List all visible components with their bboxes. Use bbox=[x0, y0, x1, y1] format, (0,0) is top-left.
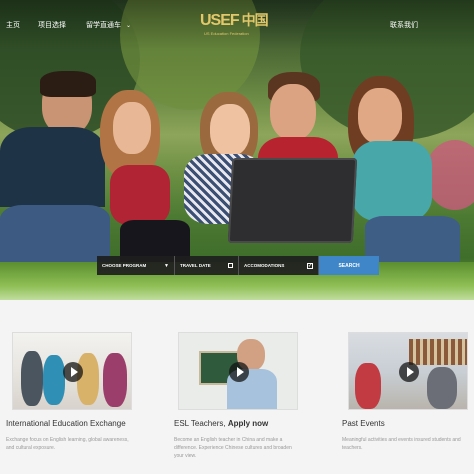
accommodations-label: ACCOMODATIONS bbox=[244, 263, 285, 268]
choose-program-label: CHOOSE PROGRAM bbox=[102, 263, 147, 268]
student-figure bbox=[0, 71, 110, 285]
card-title[interactable]: ESL Teachers, Apply now bbox=[174, 419, 314, 428]
card-title-text: ESL Teachers, bbox=[174, 419, 228, 428]
nav-projects[interactable]: 项目选择 bbox=[38, 20, 66, 30]
chevron-down-icon: ⌄ bbox=[125, 23, 131, 29]
nav-study-abroad-label: 留学直通车 bbox=[86, 22, 121, 29]
logo[interactable]: USEF 中国 US Education Federation bbox=[200, 10, 280, 38]
card-thumbnail[interactable] bbox=[12, 332, 132, 410]
card-description: Become an English teacher in China and m… bbox=[174, 437, 292, 459]
travel-date-label: TRAVEL DATE bbox=[180, 263, 211, 268]
card-description: Meaningful activities and events insured… bbox=[342, 437, 461, 451]
thumbnail-person bbox=[21, 351, 43, 406]
choose-program-select[interactable]: CHOOSE PROGRAM ▼ bbox=[97, 256, 175, 275]
logo-mark-cjk: 中国 bbox=[241, 12, 269, 28]
student-figure bbox=[340, 76, 460, 276]
play-icon[interactable] bbox=[399, 362, 419, 382]
search-button[interactable]: SEARCH bbox=[319, 256, 379, 275]
logo-subtitle: US Education Federation bbox=[204, 31, 249, 36]
card-thumbnail[interactable] bbox=[178, 332, 298, 410]
travel-date-picker[interactable]: TRAVEL DATE bbox=[175, 256, 239, 275]
nav-home[interactable]: 主页 bbox=[6, 20, 20, 30]
nav-contact[interactable]: 联系我们 bbox=[390, 20, 418, 30]
laptop-image bbox=[227, 158, 358, 243]
calendar-icon bbox=[228, 263, 233, 268]
student-figure bbox=[95, 90, 190, 270]
thumbnail-person bbox=[103, 353, 127, 407]
card-title-text: Past Events bbox=[342, 419, 385, 428]
nav-study-abroad[interactable]: 留学直通车 ⌄ bbox=[86, 20, 131, 30]
thumbnail-person bbox=[77, 353, 99, 405]
play-icon[interactable] bbox=[229, 362, 249, 382]
card-title-emphasis: Apply now bbox=[227, 419, 269, 428]
checkbox-icon[interactable]: ✓ bbox=[307, 262, 313, 269]
card-title[interactable]: International Education Exchange bbox=[6, 419, 136, 428]
bookshelf bbox=[409, 339, 467, 365]
thumbnail-person bbox=[355, 363, 381, 409]
thumbnail-person bbox=[43, 355, 65, 405]
card-thumbnail[interactable] bbox=[348, 332, 468, 410]
thumbnail-person bbox=[427, 367, 457, 409]
search-bar: CHOOSE PROGRAM ▼ TRAVEL DATE ACCOMODATIO… bbox=[97, 256, 379, 275]
logo-mark: USEF 中国 bbox=[200, 12, 269, 29]
accommodations-toggle[interactable]: ACCOMODATIONS ✓ bbox=[239, 256, 319, 275]
logo-mark-latin: USEF bbox=[200, 12, 240, 29]
card-title[interactable]: Past Events bbox=[342, 419, 467, 428]
play-icon[interactable] bbox=[63, 362, 83, 382]
hero-banner bbox=[0, 0, 474, 300]
chevron-down-icon: ▼ bbox=[164, 262, 169, 269]
card-description: Exchange focus on English learning, glob… bbox=[6, 437, 129, 451]
card-title-text: International Education Exchange bbox=[6, 419, 126, 428]
